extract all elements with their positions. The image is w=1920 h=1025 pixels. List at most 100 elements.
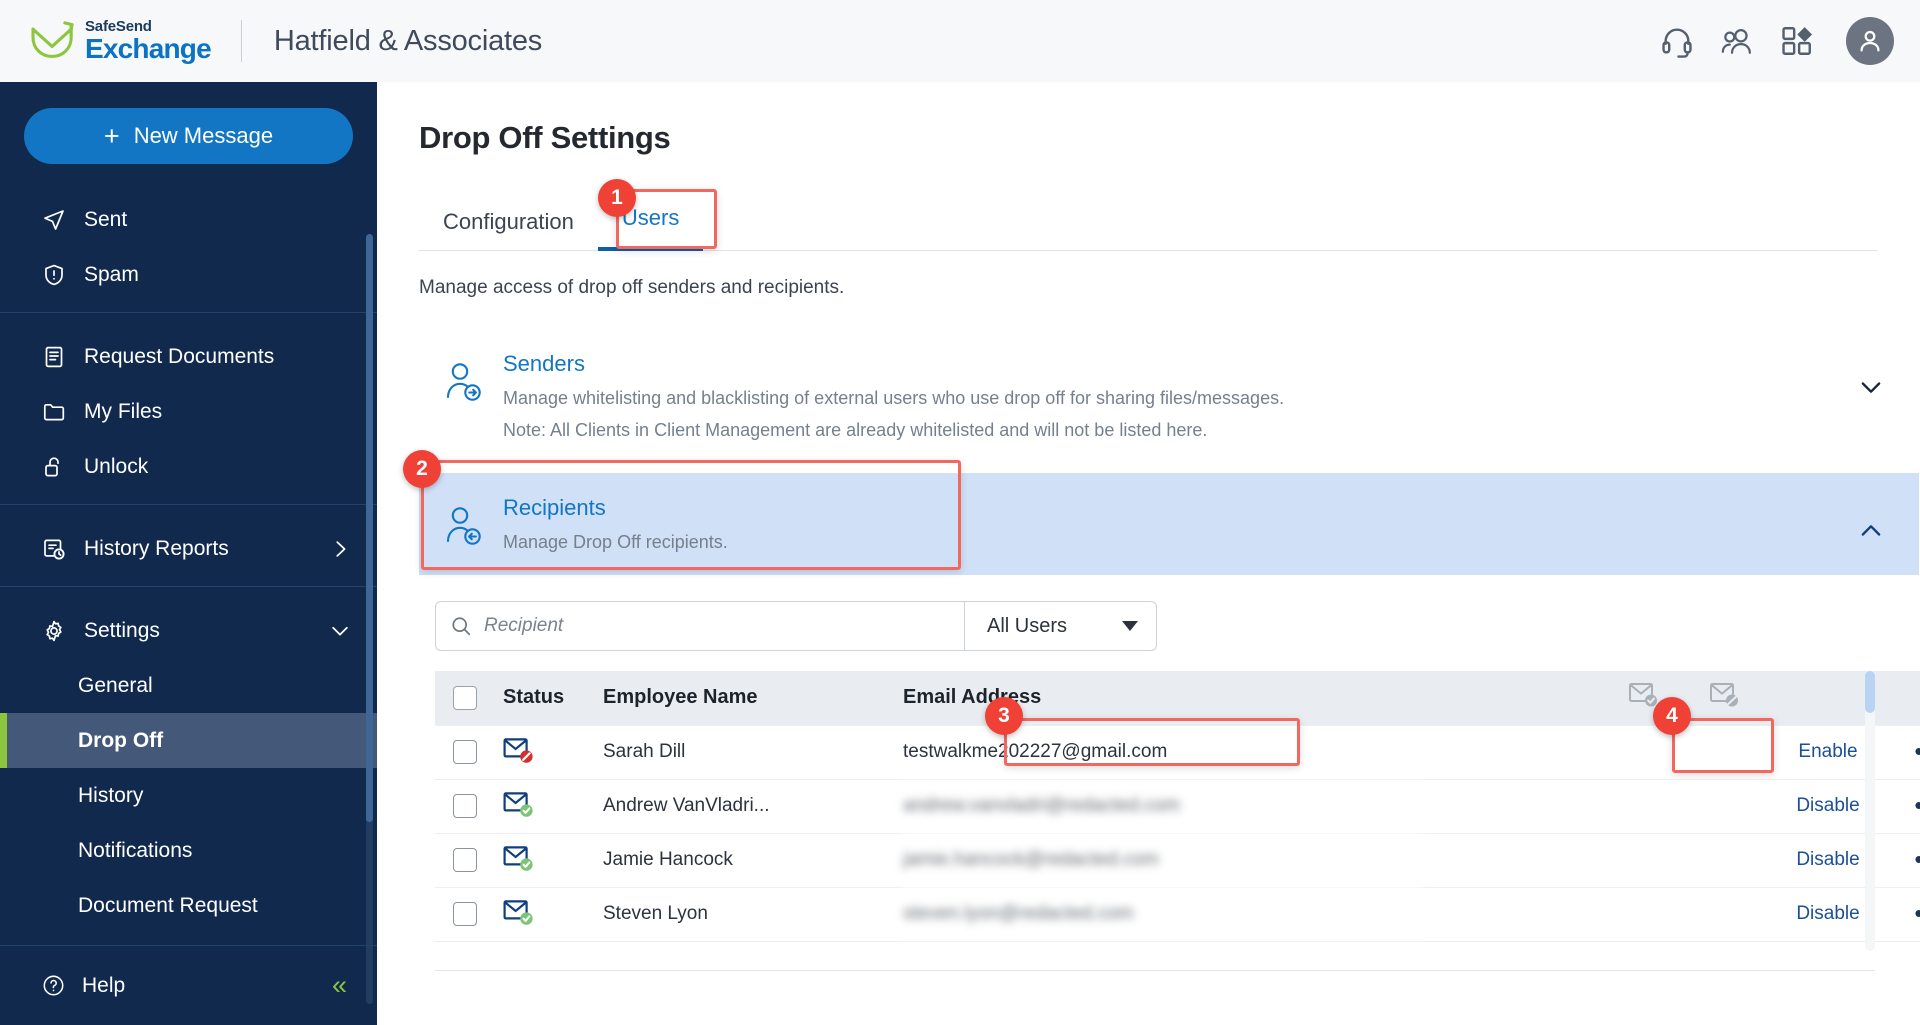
table-row[interactable]: Andrew VanVladri... andrew.vanvladri@red… [435, 779, 1920, 834]
brand: SafeSend Exchange Hatfield & Associates [30, 19, 542, 63]
header-spacer [1423, 671, 1603, 725]
row-overflow-menu-icon[interactable]: ••• [1914, 844, 1920, 874]
table-row[interactable]: Sarah Dill testwalkme202227@gmail.com En… [435, 724, 1920, 780]
tab-configuration[interactable]: Configuration [419, 199, 598, 251]
app-logo[interactable]: SafeSend Exchange [30, 18, 212, 63]
chevron-down-icon [332, 626, 348, 636]
annotation-badge-4: 4 [1653, 697, 1691, 735]
help-button[interactable]: Help [42, 974, 125, 998]
chevron-up-icon[interactable] [1857, 517, 1885, 545]
disable-link[interactable]: Disable [1796, 903, 1859, 924]
row-email-address: jamie.hancock@redacted.com [903, 833, 1423, 888]
sidebar-footer: Help « [0, 945, 377, 1025]
sidebar-subitem-label: Drop Off [78, 728, 164, 752]
sidebar-item-history-reports[interactable]: History Reports [0, 521, 377, 576]
row-menu-cell: ••• [1891, 779, 1920, 834]
brand-divider [240, 20, 242, 62]
nav-group-mail: Sent Spam [0, 186, 377, 312]
row-overflow-menu-icon[interactable]: ••• [1914, 898, 1920, 928]
recipients-description: Manage Drop Off recipients. [503, 532, 728, 552]
collapse-sidebar-button[interactable]: « [332, 972, 347, 999]
annotation-badge-1: 1 [598, 179, 636, 217]
recipients-panel[interactable]: Recipients Manage Drop Off recipients. [419, 473, 1919, 575]
header-menu [1891, 671, 1920, 725]
main-content: Drop Off Settings Configuration Users Ma… [377, 82, 1920, 1025]
row-checkbox[interactable] [453, 848, 477, 872]
tab-label: Configuration [443, 209, 574, 234]
sidebar-item-label: History Reports [84, 536, 229, 560]
row-menu-cell: ••• [1891, 833, 1920, 888]
senders-description: Manage whitelisting and blacklisting of … [503, 388, 1285, 408]
headset-icon[interactable] [1660, 24, 1694, 58]
sidebar-item-spam[interactable]: Spam [0, 247, 377, 302]
row-employee-name: Sarah Dill [603, 724, 903, 780]
row-spacer [1423, 833, 1603, 888]
avatar-icon [1860, 30, 1880, 52]
annotation-badge-3: 3 [985, 697, 1023, 735]
row-checkbox[interactable] [453, 902, 477, 926]
sidebar-item-document-request[interactable]: Document Request [0, 878, 377, 933]
select-all-checkbox[interactable] [453, 685, 477, 710]
sidebar-item-notifications[interactable]: Notifications [0, 823, 377, 878]
help-circle-icon [43, 975, 64, 996]
sidebar-item-general[interactable]: General [0, 658, 377, 713]
envelope-allowed-status-icon [503, 900, 533, 925]
enable-link[interactable]: Enable [1798, 741, 1857, 762]
disable-link[interactable]: Disable [1796, 795, 1859, 816]
envelope-allowed-status-icon [503, 792, 533, 817]
section-description: Manage access of drop off senders and re… [419, 277, 845, 298]
recipient-search-box[interactable] [435, 601, 965, 651]
table-row[interactable]: Jamie Hancock jamie.hancock@redacted.com… [435, 833, 1920, 888]
sidebar-item-my-files[interactable]: My Files [0, 384, 377, 439]
sidebar-item-settings[interactable]: Settings [0, 603, 377, 658]
table-row[interactable]: Steven Lyon steven.lyon@redacted.com Dis… [435, 887, 1920, 942]
row-checkbox[interactable] [453, 740, 477, 764]
header-email-address: Email Address [903, 671, 1423, 725]
row-employee-name: Steven Lyon [603, 887, 903, 942]
sidebar-item-label: My Files [84, 399, 163, 423]
senders-panel[interactable]: Senders Manage whitelisting and blacklis… [419, 329, 1919, 463]
sidebar-subitem-label: Notifications [78, 838, 193, 862]
sidebar-item-sent[interactable]: Sent [0, 192, 377, 247]
header-status: Status [503, 671, 603, 725]
row-email-address: andrew.vanvladri@redacted.com [903, 779, 1423, 834]
user-filter-value: All Users [987, 614, 1068, 637]
row-checkbox[interactable] [453, 794, 477, 818]
row-ic2 [1685, 724, 1765, 780]
shield-alert-icon [45, 264, 63, 285]
safesend-envelope-logo-icon [31, 21, 74, 58]
topbar-actions [1660, 17, 1894, 65]
user-filter-dropdown[interactable]: All Users [965, 601, 1157, 651]
avatar[interactable] [1846, 17, 1894, 65]
new-message-button[interactable]: + New Message [24, 108, 353, 164]
table-scrollbar-track[interactable] [1865, 671, 1875, 951]
envelope-block-icon [1710, 682, 1738, 707]
sidebar-item-unlock[interactable]: Unlock [0, 439, 377, 494]
users-icon[interactable] [1720, 24, 1754, 58]
envelope-allowed-status-icon [503, 846, 533, 871]
table-scrollbar-thumb[interactable] [1865, 671, 1875, 713]
nav-group-files: Request Documents My Files Unlock [0, 312, 377, 504]
row-overflow-menu-icon[interactable]: ••• [1914, 736, 1920, 766]
sidebar-item-history[interactable]: History [0, 768, 377, 823]
disable-link[interactable]: Disable [1796, 849, 1859, 870]
header-employee-name: Employee Name [603, 671, 903, 725]
sidebar-item-label: Settings [84, 618, 160, 642]
logo-safesend-text: SafeSend [85, 18, 152, 35]
sidebar-item-drop-off[interactable]: Drop Off [0, 713, 377, 768]
row-overflow-menu-icon[interactable]: ••• [1914, 790, 1920, 820]
row-email-address: testwalkme202227@gmail.com [903, 724, 1423, 780]
sidebar-scrollbar-thumb[interactable] [366, 234, 373, 822]
header-select-all [435, 671, 503, 725]
row-status-cell [503, 887, 603, 942]
sidebar-item-label: Request Documents [84, 344, 275, 368]
sidebar-item-label: Spam [84, 262, 139, 286]
apps-grid-icon[interactable] [1780, 24, 1814, 58]
user-add-icon [446, 363, 481, 401]
sidebar-item-request-documents[interactable]: Request Documents [0, 329, 377, 384]
chevron-down-icon[interactable] [1857, 373, 1885, 401]
header-bulk-disable[interactable] [1685, 671, 1765, 725]
chevron-right-icon [336, 540, 346, 557]
row-spacer [1423, 724, 1603, 780]
search-input[interactable] [484, 615, 950, 637]
